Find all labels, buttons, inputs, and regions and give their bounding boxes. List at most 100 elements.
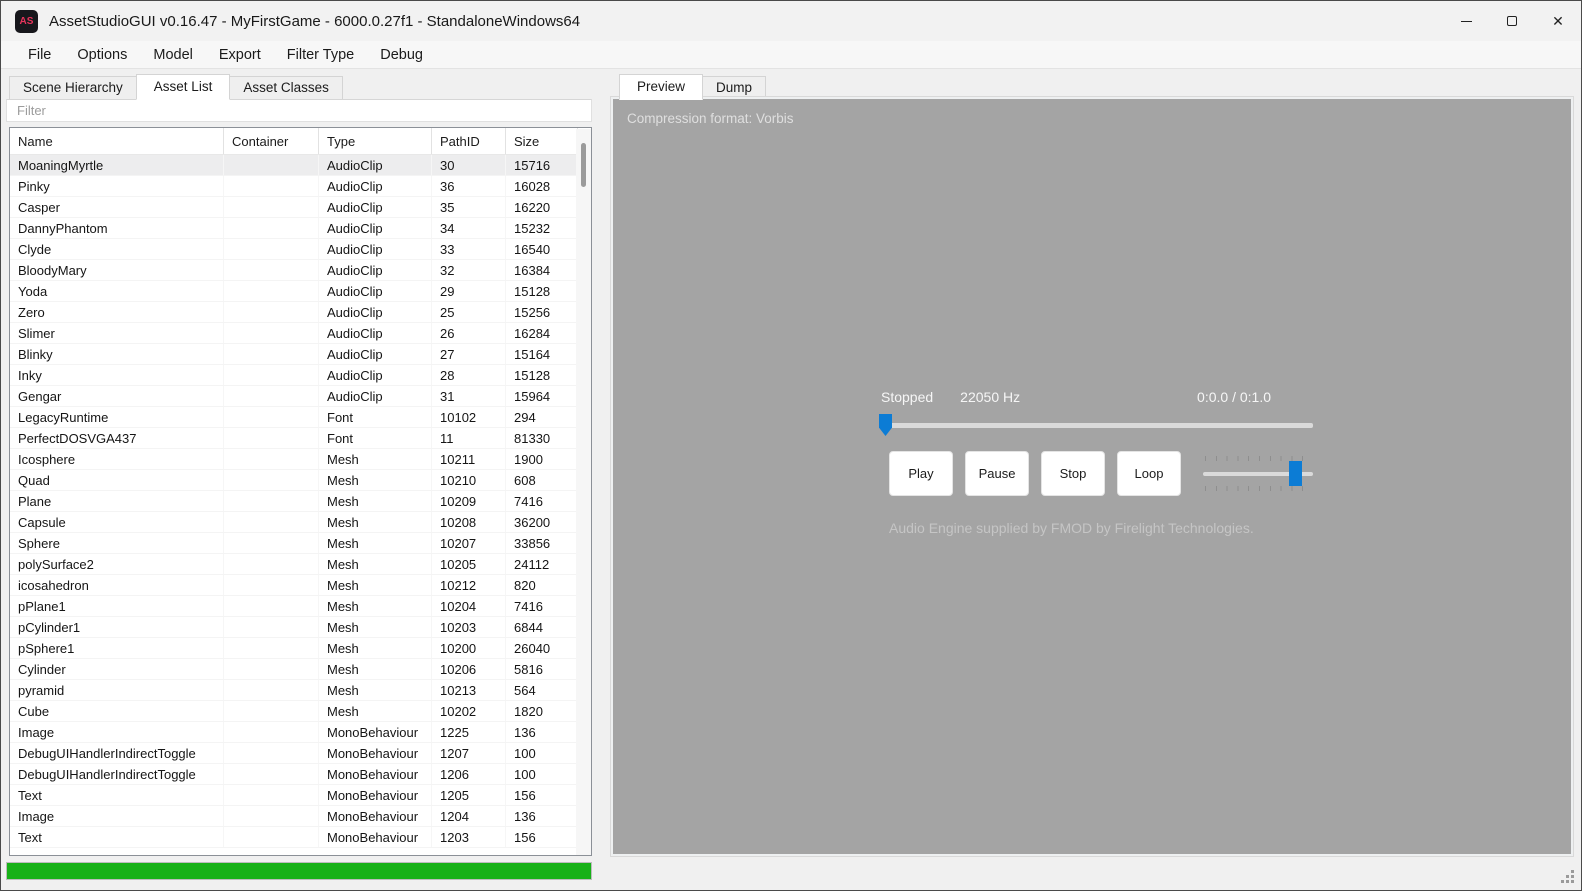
cell-name: icosahedron (10, 575, 224, 595)
filter-input[interactable] (6, 99, 592, 122)
minimize-button[interactable] (1443, 1, 1489, 41)
table-row[interactable]: DebugUIHandlerIndirectToggle MonoBehavio… (10, 743, 576, 764)
table-row[interactable]: LegacyRuntime Font 10102 294 (10, 407, 576, 428)
cell-name: Icosphere (10, 449, 224, 469)
cell-pathid: 1225 (432, 722, 506, 742)
cell-container (224, 323, 319, 343)
scrollbar-thumb[interactable] (581, 143, 586, 187)
tab-asset-classes[interactable]: Asset Classes (229, 76, 343, 100)
cell-pathid: 10102 (432, 407, 506, 427)
volume-thumb[interactable] (1288, 461, 1302, 486)
table-row[interactable]: Slimer AudioClip 26 16284 (10, 323, 576, 344)
cell-container (224, 239, 319, 259)
cell-size: 15716 (514, 157, 551, 173)
resize-grip-icon[interactable] (1561, 870, 1574, 883)
tab-scene-hierarchy[interactable]: Scene Hierarchy (9, 76, 137, 100)
table-row[interactable]: DebugUIHandlerIndirectToggle MonoBehavio… (10, 764, 576, 785)
cell-size: 81330 (514, 430, 551, 446)
table-row[interactable]: PerfectDOSVGA437 Font 11 81330 (10, 428, 576, 449)
cell-container (224, 302, 319, 322)
table-row[interactable]: Image MonoBehaviour 1225 136 (10, 722, 576, 743)
table-row[interactable]: Cube Mesh 10202 1820 (10, 701, 576, 722)
cell-name: Slimer (10, 323, 224, 343)
table-row[interactable]: Cylinder Mesh 10206 5816 (10, 659, 576, 680)
close-icon: ✕ (1552, 13, 1564, 29)
table-row[interactable]: MoaningMyrtle AudioClip 30 15716 (10, 155, 576, 176)
table-row[interactable]: polySurface2 Mesh 10205 24112 (10, 554, 576, 575)
tab-asset-list[interactable]: Asset List (135, 74, 231, 100)
table-row[interactable]: Text MonoBehaviour 1205 156 (10, 785, 576, 806)
table-row[interactable]: Text MonoBehaviour 1203 156 (10, 827, 576, 848)
table-row[interactable]: Pinky AudioClip 36 16028 (10, 176, 576, 197)
cell-name: Cylinder (10, 659, 224, 679)
cell-size: 6844 (514, 619, 543, 635)
table-row[interactable]: icosahedron Mesh 10212 820 (10, 575, 576, 596)
cell-pathid: 1205 (432, 785, 506, 805)
stop-button[interactable]: Stop (1041, 451, 1105, 496)
cell-container (224, 806, 319, 826)
table-row[interactable]: Quad Mesh 10210 608 (10, 470, 576, 491)
table-row[interactable]: Plane Mesh 10209 7416 (10, 491, 576, 512)
table-row[interactable]: Zero AudioClip 25 15256 (10, 302, 576, 323)
table-row[interactable]: pSphere1 Mesh 10200 26040 (10, 638, 576, 659)
volume-slider[interactable] (1203, 451, 1313, 496)
cell-container (224, 659, 319, 679)
cell-container (224, 827, 319, 847)
vertical-scrollbar[interactable] (576, 129, 591, 855)
table-row[interactable]: Inky AudioClip 28 15128 (10, 365, 576, 386)
table-row[interactable]: Image MonoBehaviour 1204 136 (10, 806, 576, 827)
menu-debug[interactable]: Debug (367, 41, 436, 68)
close-button[interactable]: ✕ (1535, 1, 1581, 41)
table-row[interactable]: BloodyMary AudioClip 32 16384 (10, 260, 576, 281)
table-row[interactable]: Capsule Mesh 10208 36200 (10, 512, 576, 533)
cell-name: pyramid (10, 680, 224, 700)
column-header-name[interactable]: Name (10, 128, 224, 154)
window-controls: ✕ (1443, 1, 1581, 41)
progress-fill (7, 863, 591, 879)
menu-model[interactable]: Model (140, 41, 206, 68)
table-row[interactable]: Casper AudioClip 35 16220 (10, 197, 576, 218)
column-header-size[interactable]: Size (506, 128, 578, 154)
menu-filter-type[interactable]: Filter Type (274, 41, 367, 68)
table-row[interactable]: pyramid Mesh 10213 564 (10, 680, 576, 701)
table-row[interactable]: Gengar AudioClip 31 15964 (10, 386, 576, 407)
pause-button[interactable]: Pause (965, 451, 1029, 496)
table-row[interactable]: Sphere Mesh 10207 33856 (10, 533, 576, 554)
loop-button[interactable]: Loop (1117, 451, 1181, 496)
table-row[interactable]: Clyde AudioClip 33 16540 (10, 239, 576, 260)
seek-slider[interactable] (879, 414, 1313, 437)
table-row[interactable]: pPlane1 Mesh 10204 7416 (10, 596, 576, 617)
table-row[interactable]: Yoda AudioClip 29 15128 (10, 281, 576, 302)
menu-options[interactable]: Options (64, 41, 140, 68)
cell-pathid: 10207 (432, 533, 506, 553)
menu-export[interactable]: Export (206, 41, 274, 68)
cell-pathid: 33 (432, 239, 506, 259)
column-header-type[interactable]: Type (319, 128, 432, 154)
table-row[interactable]: Icosphere Mesh 10211 1900 (10, 449, 576, 470)
cell-pathid: 1206 (432, 764, 506, 784)
play-button[interactable]: Play (889, 451, 953, 496)
seek-track[interactable] (881, 423, 1313, 428)
cell-name: BloodyMary (10, 260, 224, 280)
column-header-container[interactable]: Container (224, 128, 319, 154)
cell-container (224, 155, 319, 175)
menu-file[interactable]: File (15, 41, 64, 68)
seek-thumb[interactable] (879, 414, 892, 436)
table-row[interactable]: Blinky AudioClip 27 15164 (10, 344, 576, 365)
tab-preview[interactable]: Preview (619, 74, 704, 100)
app-window: AS AssetStudioGUI v0.16.47 - MyFirstGame… (0, 0, 1582, 891)
cell-pathid: 10209 (432, 491, 506, 511)
cell-size: 7416 (514, 598, 543, 614)
cell-container (224, 722, 319, 742)
cell-size: 15164 (514, 346, 551, 362)
player-status-row: Stopped 22050 Hz 0:0.0 / 0:1.0 (879, 389, 1313, 405)
maximize-button[interactable] (1489, 1, 1535, 41)
table-row[interactable]: DannyPhantom AudioClip 34 15232 (10, 218, 576, 239)
cell-size: 564 (514, 682, 536, 698)
column-header-pathid[interactable]: PathID (432, 128, 506, 154)
left-tab-strip: Scene Hierarchy Asset List Asset Classes (9, 74, 343, 100)
cell-size: 136 (514, 808, 536, 824)
cell-name: pCylinder1 (10, 617, 224, 637)
cell-name: Blinky (10, 344, 224, 364)
table-row[interactable]: pCylinder1 Mesh 10203 6844 (10, 617, 576, 638)
